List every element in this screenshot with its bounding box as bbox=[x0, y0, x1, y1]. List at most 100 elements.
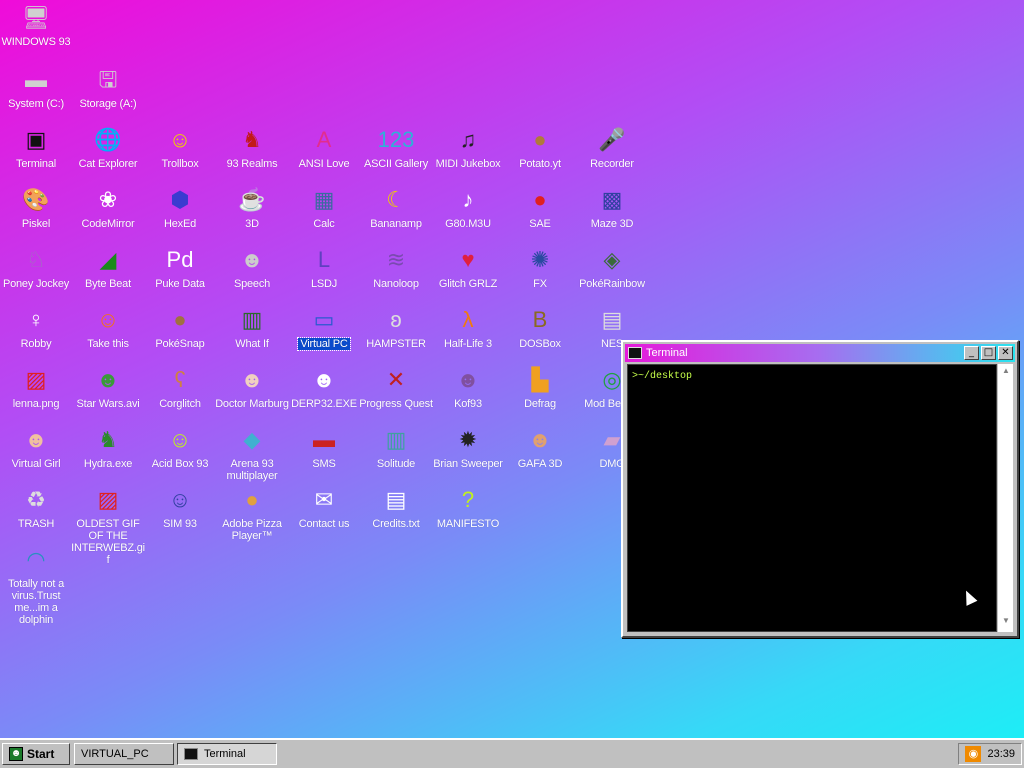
start-button[interactable]: ☻ Start bbox=[2, 743, 70, 765]
icon-progress-quest[interactable]: ✕ Progress Quest bbox=[359, 364, 433, 424]
icon-dolphin[interactable]: ◠ Totally not a virus.Trust me...im a dol… bbox=[0, 544, 72, 626]
start-label: Start bbox=[27, 747, 55, 761]
icon-what-if[interactable]: ▥ What If bbox=[216, 304, 288, 364]
icon-virtual-girl[interactable]: ☻ Virtual Girl bbox=[0, 424, 72, 484]
icon-maze-3d[interactable]: ▩ Maze 3D bbox=[576, 184, 648, 244]
icon-hydra-exe[interactable]: ♞ Hydra.exe bbox=[72, 424, 144, 484]
palette-icon: 🎨 bbox=[22, 187, 50, 212]
icon-label: ANSI Love bbox=[298, 158, 350, 170]
icon-defrag[interactable]: ▙ Defrag bbox=[504, 364, 576, 424]
icon-trollbox[interactable]: ☺ Trollbox bbox=[144, 124, 216, 184]
icon-label: lenna.png bbox=[12, 398, 60, 410]
icon-robby[interactable]: ♀ Robby bbox=[0, 304, 72, 364]
icon-puke-data[interactable]: Pd Puke Data bbox=[144, 244, 216, 304]
corgi-icon: ʕ bbox=[174, 367, 186, 392]
window-icon: ▭ bbox=[313, 307, 335, 332]
icon-derp32-exe[interactable]: ☻ DERP32.EXE bbox=[288, 364, 360, 424]
icon-recorder[interactable]: 🎤 Recorder bbox=[576, 124, 648, 184]
icon-pokesnap[interactable]: ● PokéSnap bbox=[144, 304, 216, 364]
icon-trash[interactable]: ♻ TRASH bbox=[0, 484, 72, 544]
icon-windows93[interactable]: 🖥 WINDOWS 93 bbox=[0, 2, 72, 62]
close-button[interactable]: ✕ bbox=[998, 346, 1013, 360]
icon-storage-a[interactable]: 🖫 Storage (A:) bbox=[72, 64, 144, 124]
start-logo-icon: ☻ bbox=[9, 747, 23, 761]
icon-brian-sweeper[interactable]: ✹ Brian Sweeper bbox=[432, 424, 504, 484]
scrollbar[interactable]: ▲ ▼ bbox=[997, 364, 1013, 632]
minimize-button[interactable]: _ bbox=[964, 346, 979, 360]
icon-glitch-grlz[interactable]: ♥ Glitch GRLZ bbox=[432, 244, 504, 304]
icon-virtual-pc[interactable]: ▭ Virtual PC bbox=[288, 304, 360, 364]
icon-sae[interactable]: ● SAE bbox=[504, 184, 576, 244]
icon-sms[interactable]: ▬ SMS bbox=[288, 424, 360, 484]
taskbar: ☻ Start VIRTUAL_PC Terminal ◉ 23:39 bbox=[0, 738, 1024, 768]
icon-piskel[interactable]: 🎨 Piskel bbox=[0, 184, 72, 244]
codemirror-icon: ❀ bbox=[98, 187, 118, 212]
icon-gafa-3d[interactable]: ☻ GAFA 3D bbox=[504, 424, 576, 484]
icon-adobe-pizza[interactable]: ● Adobe Pizza Player™ bbox=[216, 484, 288, 544]
icon-g80-m3u[interactable]: ♪ G80.M3U bbox=[432, 184, 504, 244]
icon-kof93[interactable]: ☻ Kof93 bbox=[432, 364, 504, 424]
image-file-icon: ▨ bbox=[25, 367, 47, 392]
icon-fx[interactable]: ✺ FX bbox=[504, 244, 576, 304]
icon-codemirror[interactable]: ❀ CodeMirror bbox=[72, 184, 144, 244]
master-system-icon: ▬ bbox=[313, 427, 335, 452]
terminal-icon: ▣ bbox=[25, 127, 47, 152]
icon-cat-explorer[interactable]: 🌐 Cat Explorer bbox=[72, 124, 144, 184]
icon-label: Virtual Girl bbox=[11, 458, 61, 470]
taskbar-item-virtual-pc[interactable]: VIRTUAL_PC bbox=[74, 743, 174, 765]
icon-half-life-3[interactable]: λ Half-Life 3 bbox=[432, 304, 504, 364]
icon-take-this[interactable]: ☺ Take this bbox=[72, 304, 144, 364]
terminal-titlebar[interactable]: Terminal _ □ ✕ bbox=[625, 344, 1015, 362]
icon-speech[interactable]: ☻ Speech bbox=[216, 244, 288, 304]
icon-potato-yt[interactable]: ● Potato.yt bbox=[504, 124, 576, 184]
icon-byte-beat[interactable]: ◢ Byte Beat bbox=[72, 244, 144, 304]
icon-lenna-png[interactable]: ▨ lenna.png bbox=[0, 364, 72, 424]
icon-poney-jockey[interactable]: ♘ Poney Jockey bbox=[0, 244, 72, 304]
maze-icon: ▩ bbox=[601, 187, 623, 212]
icon-doctor-marburg[interactable]: ☻ Doctor Marburg bbox=[215, 364, 289, 424]
scroll-down-icon[interactable]: ▼ bbox=[998, 616, 1014, 630]
icon-3d[interactable]: ☕ 3D bbox=[216, 184, 288, 244]
floppy-drive-icon: 🖫 bbox=[98, 67, 118, 92]
icon-93-realms[interactable]: ♞ 93 Realms bbox=[216, 124, 288, 184]
maximize-button[interactable]: □ bbox=[981, 346, 996, 360]
icon-arena-93[interactable]: ◆ Arena 93 multiplayer bbox=[216, 424, 288, 484]
icon-terminal[interactable]: ▣ Terminal bbox=[0, 124, 72, 184]
icon-label: PokéRainbow bbox=[579, 278, 645, 290]
icon-midi-jukebox[interactable]: ♫ MIDI Jukebox bbox=[432, 124, 504, 184]
scroll-up-icon[interactable]: ▲ bbox=[998, 366, 1014, 380]
terminal-output[interactable]: >~/desktop bbox=[627, 364, 997, 632]
terminal-window[interactable]: Terminal _ □ ✕ >~/desktop ▲ ▼ bbox=[621, 340, 1019, 638]
calculator-icon: ▦ bbox=[313, 187, 335, 212]
icon-contact-us[interactable]: ✉ Contact us bbox=[288, 484, 360, 544]
icon-label: Potato.yt bbox=[519, 158, 561, 170]
icon-system-c[interactable]: ▬ System (C:) bbox=[0, 64, 72, 124]
icon-label: Take this bbox=[87, 338, 129, 350]
icon-ansi-love[interactable]: A ANSI Love bbox=[288, 124, 360, 184]
icon-label: Byte Beat bbox=[85, 278, 131, 290]
rss-icon[interactable]: ◉ bbox=[965, 746, 982, 762]
icon-credits-txt[interactable]: ▤ Credits.txt bbox=[360, 484, 432, 544]
icon-pokerainbow[interactable]: ◈ PokéRainbow bbox=[576, 244, 648, 304]
icon-label: Star Wars.avi bbox=[76, 398, 140, 410]
taskbar-item-terminal[interactable]: Terminal bbox=[177, 743, 277, 765]
icon-ascii-gallery[interactable]: 123 ASCII Gallery bbox=[360, 124, 432, 184]
icon-solitude[interactable]: ▥ Solitude bbox=[360, 424, 432, 484]
icon-star-wars-avi[interactable]: ☻ Star Wars.avi bbox=[72, 364, 144, 424]
envelope-icon: ✉ bbox=[314, 487, 334, 512]
icon-hampster[interactable]: ʚ HAMPSTER bbox=[360, 304, 432, 364]
icon-label: Totally not a virus.Trust me...im a dolp… bbox=[7, 578, 65, 626]
icon-hexed[interactable]: ⬢ HexEd bbox=[144, 184, 216, 244]
hamster-icon: ʚ bbox=[390, 307, 402, 332]
icon-dosbox[interactable]: B DOSBox bbox=[504, 304, 576, 364]
icon-lsdj[interactable]: L LSDJ bbox=[288, 244, 360, 304]
icon-bananamp[interactable]: ☾ Bananamp bbox=[360, 184, 432, 244]
icon-corglitch[interactable]: ʕ Corglitch bbox=[144, 364, 216, 424]
icon-calc[interactable]: ▦ Calc bbox=[288, 184, 360, 244]
icon-nanoloop[interactable]: ≋ Nanoloop bbox=[360, 244, 432, 304]
icon-oldest-gif[interactable]: ▨ OLDEST GIF OF THE INTERWEBZ.gif bbox=[71, 484, 145, 566]
icon-label: Robby bbox=[20, 338, 52, 350]
icon-manifesto[interactable]: ? MANIFESTO bbox=[432, 484, 504, 544]
icon-acid-box-93[interactable]: ☺ Acid Box 93 bbox=[144, 424, 216, 484]
icon-sim-93[interactable]: ☺ SIM 93 bbox=[144, 484, 216, 544]
